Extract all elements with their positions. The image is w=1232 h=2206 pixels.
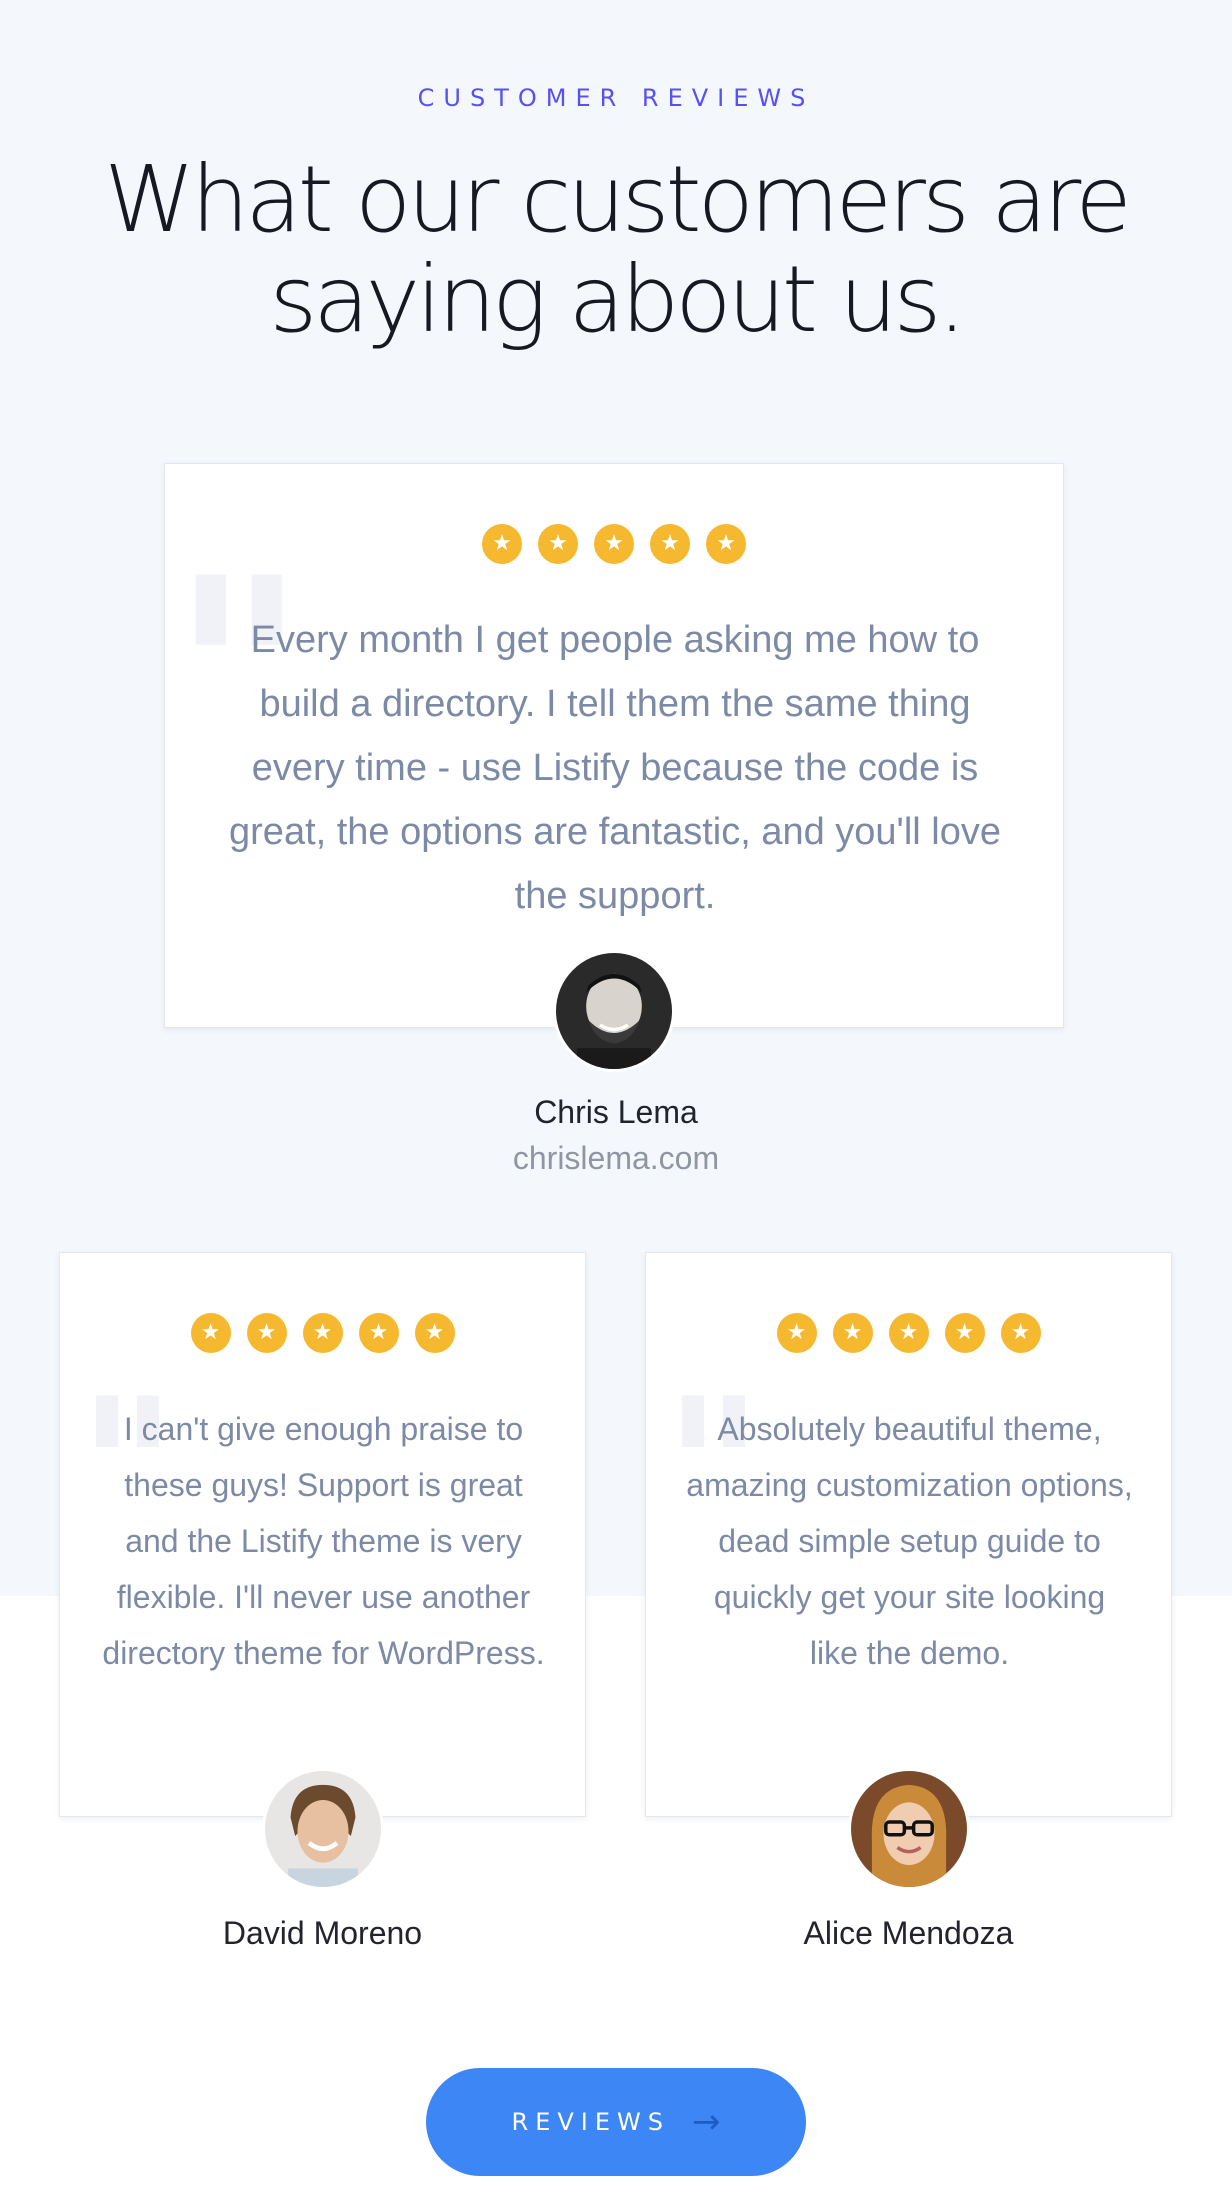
star-rating: ★ ★ ★ ★ ★ xyxy=(165,524,1063,564)
star-rating: ★ ★ ★ ★ ★ xyxy=(646,1313,1171,1353)
star-icon: ★ xyxy=(650,524,690,564)
star-icon: ★ xyxy=(776,1313,817,1353)
avatar-image xyxy=(851,1771,967,1887)
star-icon: ★ xyxy=(302,1313,343,1353)
star-icon: ★ xyxy=(190,1313,231,1353)
reviews-button-label: REVIEWS xyxy=(511,2108,670,2136)
avatar-alice-mendoza xyxy=(848,1768,970,1890)
review-card-featured: " ★ ★ ★ ★ ★ Every month I get people ask… xyxy=(164,463,1064,1028)
reviewer-site: chrislema.com xyxy=(512,1140,720,1176)
reviewer-name: David Moreno xyxy=(222,1915,423,1951)
avatar-image xyxy=(265,1771,381,1887)
star-icon: ★ xyxy=(358,1313,399,1353)
star-icon: ★ xyxy=(538,524,578,564)
reviewer-name: Chris Lema xyxy=(534,1094,698,1130)
headline-line-2: saying about us. xyxy=(269,246,966,353)
star-rating: ★ ★ ★ ★ ★ xyxy=(60,1313,585,1353)
star-icon: ★ xyxy=(706,524,746,564)
arrow-right-icon: → xyxy=(691,2102,721,2142)
star-icon: ★ xyxy=(594,524,634,564)
star-icon: ★ xyxy=(414,1313,455,1353)
reviewer-name: Alice Mendoza xyxy=(803,1915,1014,1951)
reviews-button[interactable]: REVIEWS → xyxy=(426,2068,806,2176)
star-icon: ★ xyxy=(888,1313,929,1353)
star-icon: ★ xyxy=(832,1313,873,1353)
section-eyebrow: CUSTOMER REVIEWS xyxy=(417,84,815,112)
star-icon: ★ xyxy=(1000,1313,1041,1353)
review-quote: Every month I get people asking me how t… xyxy=(229,619,1001,917)
review-card: " ★ ★ ★ ★ ★ Absolutely beautiful theme, … xyxy=(645,1252,1172,1817)
review-quote: Absolutely beautiful theme, amazing cust… xyxy=(686,1411,1133,1671)
avatar-chris-lema xyxy=(553,950,675,1072)
avatar-david-moreno xyxy=(262,1768,384,1890)
star-icon: ★ xyxy=(944,1313,985,1353)
star-icon: ★ xyxy=(246,1313,287,1353)
star-icon: ★ xyxy=(482,524,522,564)
headline-line-1: What our customers are xyxy=(104,146,1132,253)
avatar-image xyxy=(556,953,672,1069)
review-card: " ★ ★ ★ ★ ★ I can't give enough praise t… xyxy=(59,1252,586,1817)
section-headline: What our customers are saying about us. xyxy=(0,150,1232,350)
review-quote: I can't give enough praise to these guys… xyxy=(102,1411,545,1671)
